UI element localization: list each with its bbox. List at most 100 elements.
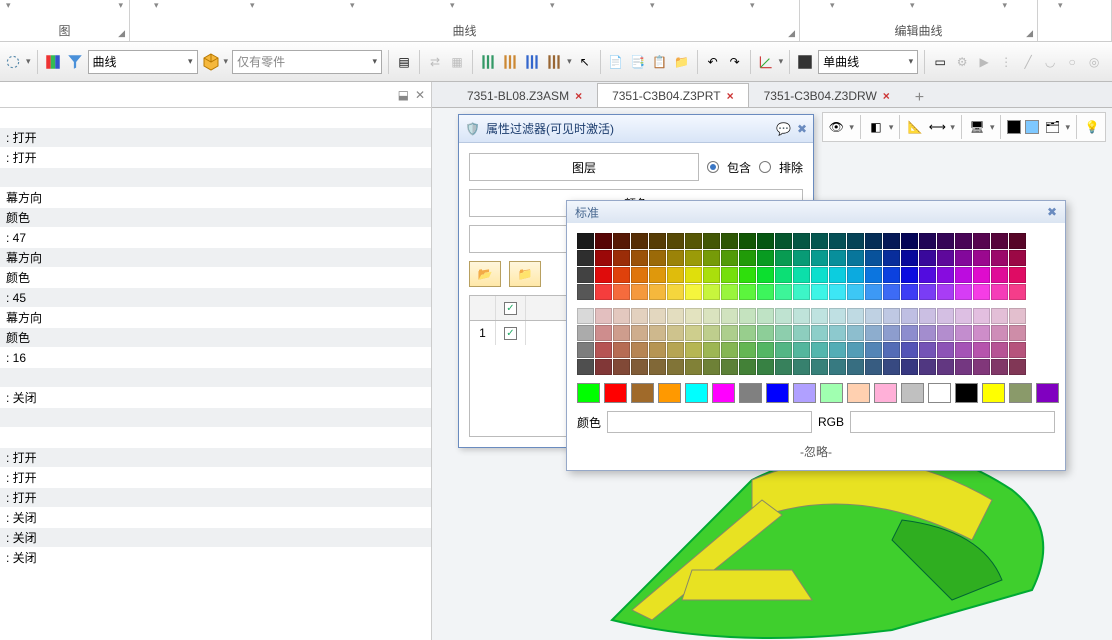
color-swatch[interactable]: [613, 284, 630, 300]
color-swatch[interactable]: [973, 325, 990, 341]
color-swatch[interactable]: [1009, 359, 1026, 375]
color-swatch[interactable]: [1009, 308, 1026, 324]
preset-swatch[interactable]: [604, 383, 627, 403]
color-swatch[interactable]: [793, 250, 810, 266]
color-swatch[interactable]: [757, 267, 774, 283]
color-swatch[interactable]: [775, 250, 792, 266]
color-swatch[interactable]: [595, 359, 612, 375]
color-swatch[interactable]: [937, 359, 954, 375]
color-swatch[interactable]: [667, 233, 684, 249]
list-item[interactable]: : 16: [0, 348, 431, 368]
color-swatch[interactable]: [937, 342, 954, 358]
filled-rect-icon[interactable]: [796, 53, 814, 71]
doc3-icon[interactable]: 📋: [651, 53, 669, 71]
color-swatch[interactable]: [757, 308, 774, 324]
color-swatch[interactable]: [811, 308, 828, 324]
header-checkbox[interactable]: [504, 302, 517, 315]
preset-swatch[interactable]: [577, 383, 600, 403]
bulb-icon[interactable]: 💡: [1083, 118, 1101, 136]
color-swatch[interactable]: [577, 284, 594, 300]
dim-icon[interactable]: ⟷: [928, 118, 946, 136]
list-item[interactable]: : 关闭: [0, 548, 431, 568]
color-swatch[interactable]: [739, 308, 756, 324]
color-swatch[interactable]: [973, 284, 990, 300]
color-swatch[interactable]: [775, 308, 792, 324]
dots-icon[interactable]: ⋮: [997, 53, 1015, 71]
color-swatch[interactable]: [811, 342, 828, 358]
color-swatch[interactable]: [901, 342, 918, 358]
color-swatch[interactable]: [829, 342, 846, 358]
include-radio[interactable]: [707, 161, 719, 173]
color-swatch[interactable]: [667, 250, 684, 266]
list-item[interactable]: : 打开: [0, 448, 431, 468]
color-swatch[interactable]: [685, 267, 702, 283]
color-swatch[interactable]: [595, 325, 612, 341]
play-icon[interactable]: ▶: [975, 53, 993, 71]
color-swatch[interactable]: [667, 308, 684, 324]
list-item[interactable]: : 打开: [0, 128, 431, 148]
color-swatch[interactable]: [613, 250, 630, 266]
color-swatch[interactable]: [739, 325, 756, 341]
color-swatch[interactable]: [721, 233, 738, 249]
color-swatch[interactable]: [703, 250, 720, 266]
color-swatch[interactable]: [883, 250, 900, 266]
color-swatch[interactable]: [811, 267, 828, 283]
funnel-icon[interactable]: [66, 53, 84, 71]
color-swatch[interactable]: [973, 308, 990, 324]
layers-icon[interactable]: 🗂: [1043, 118, 1061, 136]
cube-icon[interactable]: ◧: [867, 118, 885, 136]
circle2-icon[interactable]: ◎: [1085, 53, 1103, 71]
color-swatch[interactable]: [883, 284, 900, 300]
color-swatch[interactable]: [955, 342, 972, 358]
list-item[interactable]: 颜色: [0, 268, 431, 288]
preset-swatch[interactable]: [874, 383, 897, 403]
preset-swatch[interactable]: [901, 383, 924, 403]
list-icon[interactable]: ▤: [395, 53, 413, 71]
color-swatch[interactable]: [649, 267, 666, 283]
color-swatch[interactable]: [649, 284, 666, 300]
color-swatch[interactable]: [919, 308, 936, 324]
color-swatch[interactable]: [865, 359, 882, 375]
list-item[interactable]: [0, 428, 431, 448]
color-swatch[interactable]: [991, 267, 1008, 283]
color-swatch[interactable]: [829, 250, 846, 266]
gear-icon[interactable]: ⚙: [953, 53, 971, 71]
target-icon[interactable]: [4, 53, 22, 71]
view-icon[interactable]: 👁: [827, 118, 845, 136]
close-icon[interactable]: ×: [727, 89, 734, 103]
color-swatch[interactable]: [685, 284, 702, 300]
color-swatch[interactable]: [649, 308, 666, 324]
color-swatch[interactable]: [577, 359, 594, 375]
grid-icon[interactable]: ▦: [448, 53, 466, 71]
select-icon[interactable]: ▭: [931, 53, 949, 71]
cursor-icon[interactable]: ↖: [576, 53, 594, 71]
color-swatch[interactable]: [775, 267, 792, 283]
color-swatch[interactable]: [667, 267, 684, 283]
list-item[interactable]: [0, 168, 431, 188]
exclude-radio[interactable]: [759, 161, 771, 173]
palette-icon[interactable]: [44, 53, 62, 71]
color-swatch[interactable]: [919, 359, 936, 375]
close-icon[interactable]: ✖: [797, 122, 807, 136]
color-swatch[interactable]: [901, 267, 918, 283]
preset-swatch[interactable]: [685, 383, 708, 403]
color-swatch[interactable]: [901, 250, 918, 266]
color-swatch[interactable]: [757, 325, 774, 341]
color-swatch[interactable]: [883, 325, 900, 341]
preset-swatch[interactable]: [658, 383, 681, 403]
color-swatch[interactable]: [883, 233, 900, 249]
color-swatch[interactable]: [1009, 342, 1026, 358]
color-swatch[interactable]: [991, 342, 1008, 358]
color-swatch[interactable]: [847, 284, 864, 300]
color-swatch[interactable]: [721, 308, 738, 324]
color-swatch[interactable]: [829, 284, 846, 300]
color-swatch[interactable]: [775, 233, 792, 249]
color-swatch[interactable]: [703, 342, 720, 358]
bars4-icon[interactable]: [545, 53, 563, 71]
color-swatch[interactable]: [631, 325, 648, 341]
color-swatch[interactable]: [685, 325, 702, 341]
color-swatch[interactable]: [919, 233, 936, 249]
color-swatch[interactable]: [685, 308, 702, 324]
preset-swatch[interactable]: [766, 383, 789, 403]
dd-arrow-icon[interactable]: ▾: [567, 56, 572, 67]
